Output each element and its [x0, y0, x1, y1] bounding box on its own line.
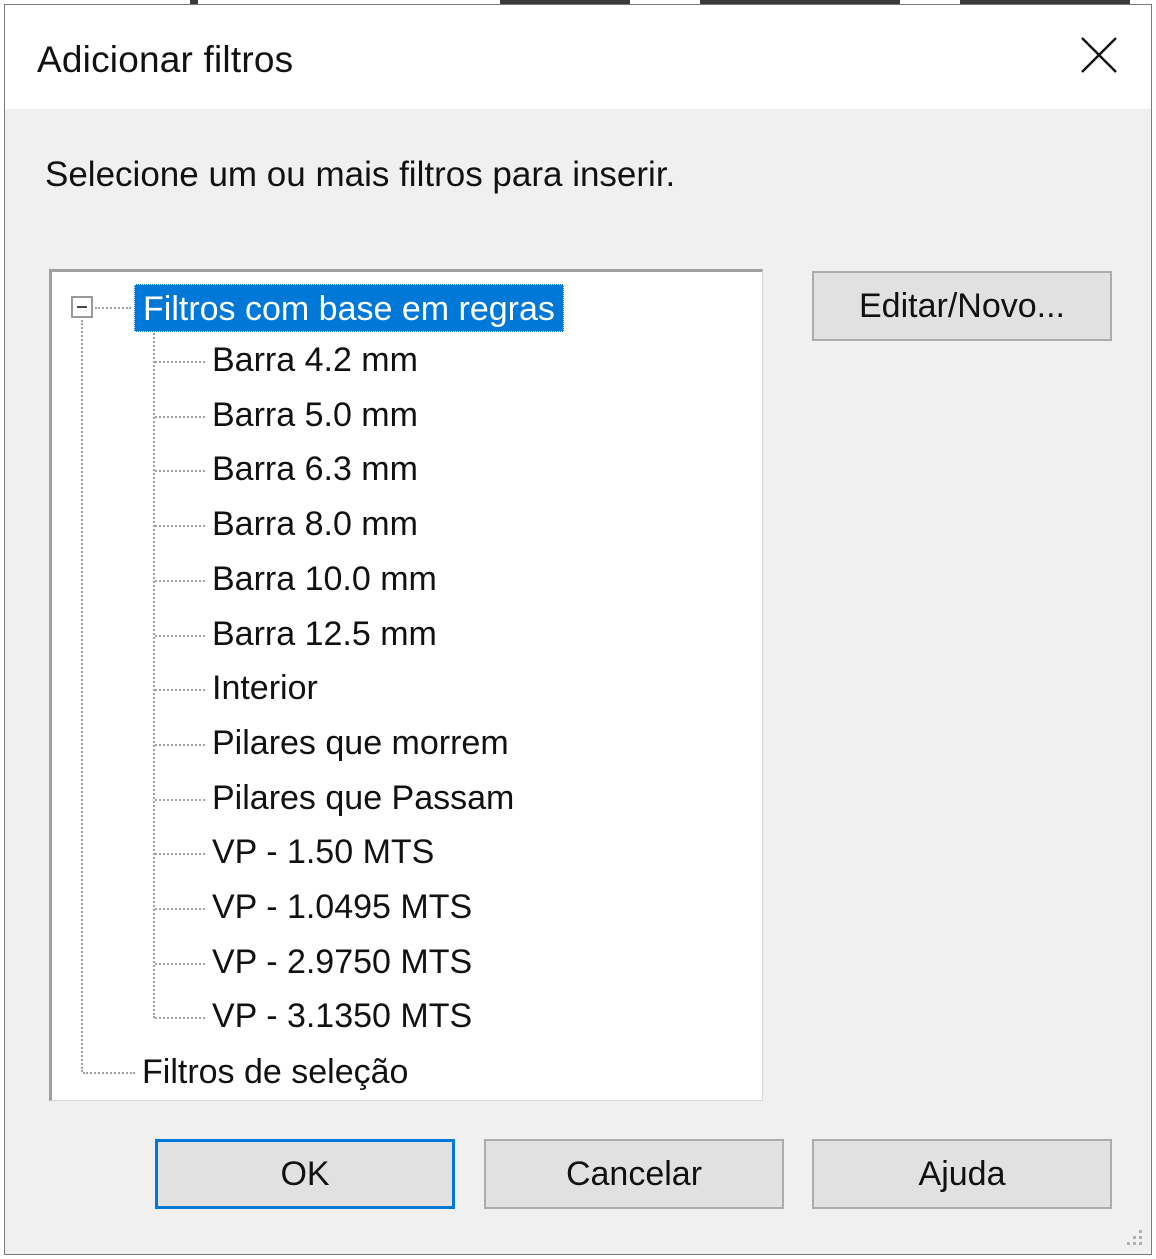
cancel-button[interactable]: Cancelar — [484, 1139, 784, 1209]
tree-connector — [155, 361, 205, 363]
tree-node-selection-filters[interactable]: Filtros de seleção — [142, 1052, 408, 1092]
tree-connector — [155, 962, 205, 965]
close-button[interactable] — [1075, 31, 1123, 79]
tree-connector — [155, 470, 205, 473]
tree-connector — [81, 320, 83, 1072]
tree-connector — [155, 1017, 205, 1020]
tree-node-filter[interactable]: Barra 6.3 mm — [212, 449, 418, 489]
tree-node-filter[interactable]: VP - 2.9750 MTS — [212, 942, 472, 982]
tree-connector — [155, 415, 205, 418]
tree-node-filter[interactable]: Barra 10.0 mm — [212, 559, 437, 599]
filter-tree[interactable]: Filtros com base em regras Barra 4.2 mm B… — [49, 269, 763, 1101]
tree-connector — [83, 1072, 135, 1074]
add-filters-dialog: Adicionar filtros Selecione um ou mais f… — [4, 4, 1152, 1255]
tree-node-filter[interactable]: Barra 4.2 mm — [212, 340, 418, 380]
tree-node-filter[interactable]: Barra 12.5 mm — [212, 614, 437, 654]
tree-node-filter[interactable]: Interior — [212, 668, 318, 708]
tree-node-filter[interactable]: VP - 3.1350 MTS — [212, 996, 472, 1036]
edit-new-button[interactable]: Editar/Novo... — [812, 271, 1112, 341]
tree-node-filter[interactable]: Pilares que Passam — [212, 778, 514, 818]
tree-connector — [155, 908, 205, 910]
title-bar: Adicionar filtros — [5, 5, 1151, 109]
tree-connector — [155, 525, 205, 528]
close-icon — [1081, 37, 1117, 73]
tree-node-filter[interactable]: Barra 5.0 mm — [212, 395, 418, 435]
tree-connector — [155, 743, 205, 746]
resize-grip-icon[interactable] — [1123, 1226, 1145, 1248]
tree-node-filter[interactable]: VP - 1.50 MTS — [212, 832, 434, 872]
tree-connector — [155, 798, 205, 801]
tree-connector — [155, 634, 205, 637]
dialog-title: Adicionar filtros — [37, 39, 294, 80]
instructions-text: Selecione um ou mais filtros para inseri… — [45, 155, 676, 194]
ok-button[interactable]: OK — [155, 1139, 455, 1209]
tree-node-rule-based-filters[interactable]: Filtros com base em regras — [134, 284, 564, 332]
tree-node-filter[interactable]: Pilares que morrem — [212, 723, 509, 763]
tree-connector — [155, 689, 205, 692]
tree-connector — [155, 853, 205, 856]
collapse-icon[interactable] — [71, 296, 93, 318]
help-button[interactable]: Ajuda — [812, 1139, 1112, 1209]
tree-connector — [153, 330, 155, 1019]
tree-node-filter[interactable]: VP - 1.0495 MTS — [212, 887, 472, 927]
tree-connector — [95, 307, 131, 309]
tree-connector — [155, 579, 205, 582]
tree-node-filter[interactable]: Barra 8.0 mm — [212, 504, 418, 544]
